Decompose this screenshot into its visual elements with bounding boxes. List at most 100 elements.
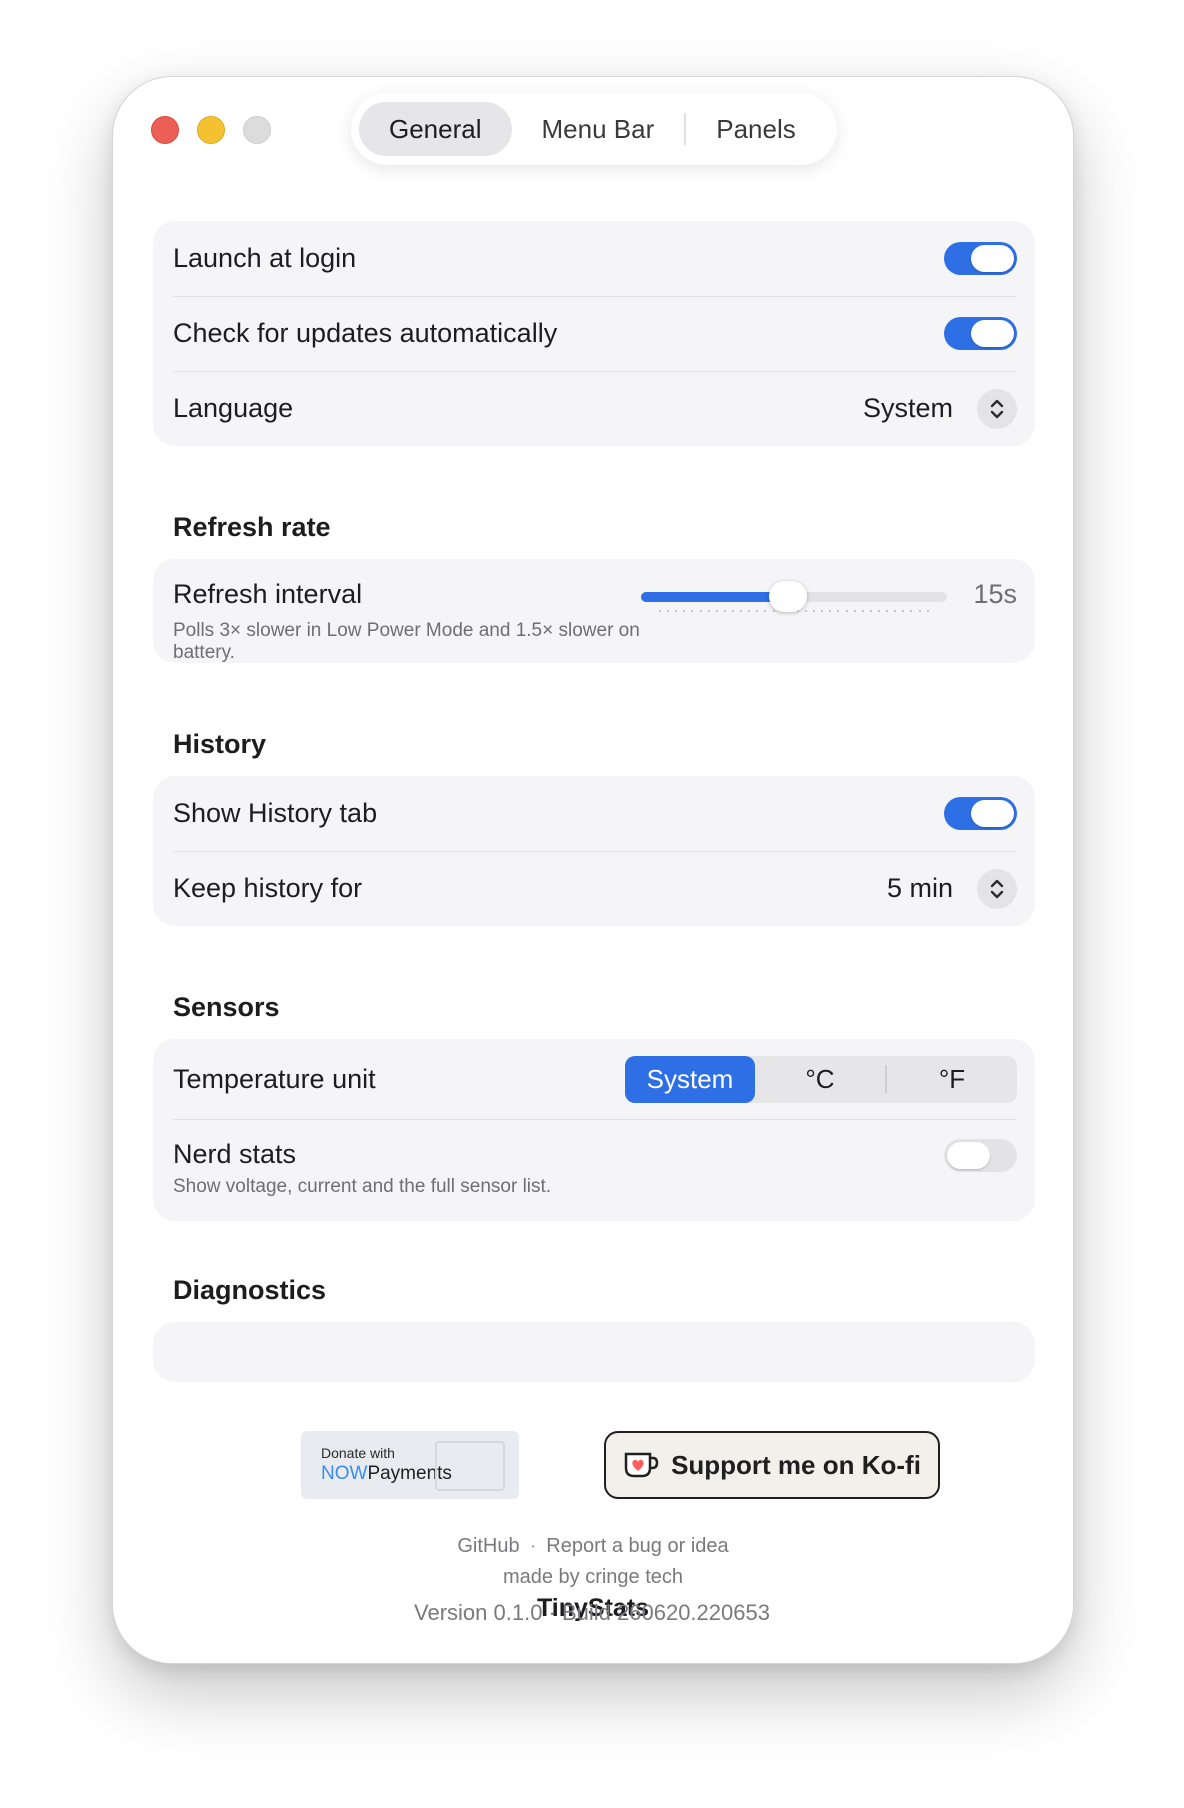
traffic-lights <box>151 116 271 144</box>
kofi-label: Support me on Ko-fi <box>671 1449 921 1480</box>
slider-tick <box>699 610 702 612</box>
refresh-interval-row: Refresh interval Polls 3× slower in Low … <box>173 559 1017 663</box>
temperature-unit-row: Temperature unit System °C °F <box>173 1039 1017 1119</box>
diagnostics-heading: Diagnostics <box>173 1275 327 1305</box>
slider-fill <box>641 592 788 602</box>
temperature-unit-segmented: System °C °F <box>625 1055 1017 1103</box>
settings-content[interactable]: Launch at login Check for updates automa… <box>153 221 1035 1431</box>
link-separator: · <box>529 1535 537 1557</box>
kofi-cup-icon <box>624 1452 659 1478</box>
close-button[interactable] <box>151 116 179 144</box>
slider-tick <box>853 610 856 612</box>
report-bug-link[interactable]: Report a bug or idea <box>546 1535 728 1557</box>
sensors-card: Temperature unit System °C °F Nerd stats… <box>153 1039 1035 1221</box>
slider-tick <box>845 610 848 612</box>
slider-tick <box>740 610 743 612</box>
slider-tick <box>756 610 759 612</box>
slider-tick <box>691 610 694 612</box>
show-history-row: Show History tab <box>173 776 1017 851</box>
slider-tick <box>926 610 929 612</box>
language-value[interactable]: System <box>863 393 953 424</box>
nerd-stats-note: Show voltage, current and the full senso… <box>173 1176 552 1197</box>
minimize-button[interactable] <box>197 116 225 144</box>
refresh-interval-note: Polls 3× slower in Low Power Mode and 1.… <box>173 620 640 663</box>
launch-at-login-toggle[interactable] <box>944 242 1017 275</box>
slider-tick <box>894 610 897 612</box>
slider-tick <box>675 610 678 612</box>
version-text: Version 0.1.0 · Build 260620.220653 <box>414 1600 770 1625</box>
slider-tick <box>877 610 880 612</box>
slider-tick <box>723 610 726 612</box>
slider-tick <box>886 610 889 612</box>
temperature-unit-label: Temperature unit <box>173 1063 376 1094</box>
slider-tick <box>667 610 670 612</box>
general-card: Launch at login Check for updates automa… <box>153 221 1035 446</box>
made-by-text: made by cringe tech <box>502 1566 684 1588</box>
slider-tick <box>707 610 710 612</box>
nerd-stats-text: Nerd stats Show voltage, current and the… <box>173 1139 944 1198</box>
slider-tick <box>902 610 905 612</box>
show-history-label: Show History tab <box>173 798 378 828</box>
settings-window: General Menu Bar Panels Launch at login … <box>112 76 1074 1664</box>
slider-tick <box>918 610 921 612</box>
slider-tick <box>829 610 832 612</box>
slider-tick <box>764 610 767 612</box>
footer: Donate with NOWPayments Support me on Ko… <box>113 1431 1073 1663</box>
nerd-stats-label: Nerd stats <box>173 1139 297 1169</box>
slider-tick <box>813 610 816 612</box>
history-heading: History <box>173 729 267 759</box>
language-row: Language System <box>173 371 1017 446</box>
history-card: Show History tab Keep history for 5 min <box>153 776 1035 926</box>
temperature-unit-system[interactable]: System <box>625 1055 755 1103</box>
refresh-interval-text: Refresh interval Polls 3× slower in Low … <box>173 579 641 664</box>
slider-tick <box>837 610 840 612</box>
refresh-interval-label: Refresh interval <box>173 579 363 609</box>
show-history-toggle[interactable] <box>944 797 1017 830</box>
refresh-card: Refresh interval Polls 3× slower in Low … <box>153 559 1035 663</box>
sensors-heading: Sensors <box>173 992 280 1022</box>
slider-tick <box>861 610 864 612</box>
zoom-button[interactable] <box>243 116 271 144</box>
chevron-up-down-icon <box>990 879 1004 898</box>
launch-at-login-row: Launch at login <box>173 221 1017 296</box>
check-updates-label: Check for updates automatically <box>173 318 558 348</box>
slider-tick <box>910 610 913 612</box>
slider-tick <box>683 610 686 612</box>
github-link[interactable]: GitHub <box>457 1535 519 1557</box>
language-label: Language <box>173 393 294 423</box>
temperature-unit-fahrenheit[interactable]: °F <box>887 1056 1017 1103</box>
kofi-button[interactable]: Support me on Ko-fi <box>604 1431 940 1499</box>
slider-tick <box>715 610 718 612</box>
launch-at-login-label: Launch at login <box>173 243 357 273</box>
language-popup-button[interactable] <box>977 388 1017 429</box>
tab-menu-bar[interactable]: Menu Bar <box>512 102 685 156</box>
slider-tick <box>659 610 661 612</box>
nerd-stats-toggle[interactable] <box>944 1139 1017 1172</box>
diagnostics-card <box>153 1322 1035 1382</box>
slider-tick <box>821 610 824 612</box>
slider-thumb[interactable] <box>768 581 807 612</box>
keep-history-popup-button[interactable] <box>977 868 1017 909</box>
refresh-interval-value: 15s <box>973 579 1017 609</box>
nowpayments-decoration <box>435 1441 505 1491</box>
donation-buttons: Donate with NOWPayments Support me on Ko… <box>113 1431 1073 1503</box>
slider-tick <box>731 610 734 612</box>
check-updates-toggle[interactable] <box>944 317 1017 350</box>
refresh-rate-heading: Refresh rate <box>173 512 331 542</box>
nerd-stats-row: Nerd stats Show voltage, current and the… <box>173 1119 1017 1221</box>
refresh-interval-slider[interactable] <box>641 579 947 615</box>
slider-tick <box>772 610 775 612</box>
nowpayments-brand-now: NOW <box>321 1463 368 1484</box>
slider-tick <box>804 610 807 612</box>
keep-history-value[interactable]: 5 min <box>887 873 953 904</box>
nowpayments-button[interactable]: Donate with NOWPayments <box>301 1431 519 1499</box>
check-updates-row: Check for updates automatically <box>173 296 1017 371</box>
footer-links: GitHub · Report a bug or idea <box>113 1535 1073 1558</box>
keep-history-label: Keep history for <box>173 873 363 903</box>
keep-history-row: Keep history for 5 min <box>173 851 1017 926</box>
slider-tick <box>869 610 872 612</box>
temperature-unit-celsius[interactable]: °C <box>755 1056 885 1103</box>
chevron-up-down-icon <box>990 399 1004 418</box>
tab-general[interactable]: General <box>359 102 512 156</box>
tab-panels[interactable]: Panels <box>686 102 826 156</box>
